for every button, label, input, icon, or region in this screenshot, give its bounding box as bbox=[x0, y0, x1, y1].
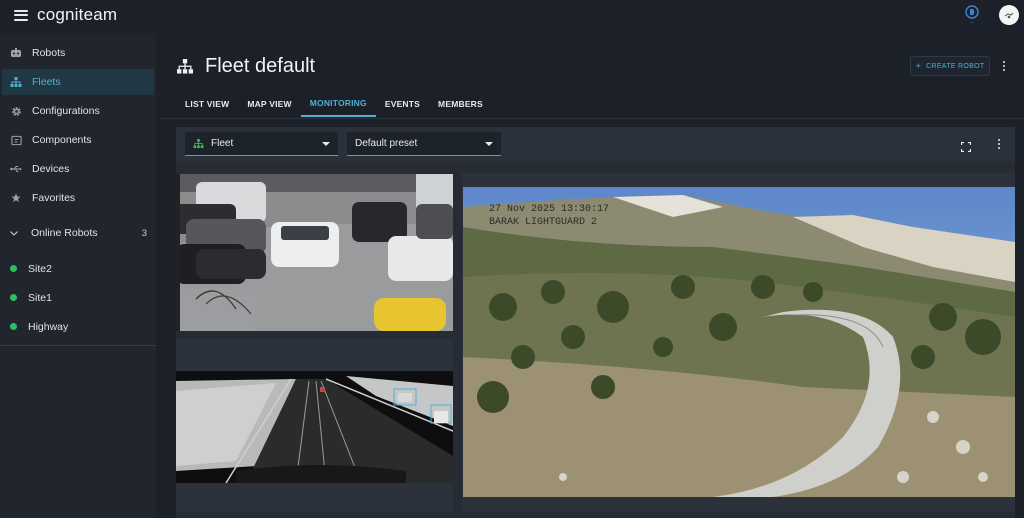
sidebar-item-favorites[interactable]: Favorites bbox=[0, 185, 156, 211]
chevron-down-icon bbox=[10, 230, 22, 236]
fullscreen-icon[interactable] bbox=[960, 139, 972, 153]
tab-monitoring[interactable]: MONITORING bbox=[300, 91, 376, 117]
usb-icon bbox=[10, 163, 22, 175]
robot-item-site1[interactable]: Site1 bbox=[0, 283, 156, 312]
robot-item-site2[interactable]: Site2 bbox=[0, 254, 156, 283]
overlay-date: 27 Nov 2025 bbox=[489, 204, 555, 215]
sidebar-item-components[interactable]: Components bbox=[0, 127, 156, 153]
sidebar-divider bbox=[0, 345, 156, 346]
sidebar-item-label: Robots bbox=[32, 47, 66, 59]
menu-icon[interactable] bbox=[14, 9, 28, 21]
fleet-icon bbox=[193, 138, 204, 149]
robot-item-highway[interactable]: Highway bbox=[0, 312, 156, 341]
camera-feed-lidar[interactable] bbox=[176, 371, 453, 483]
main-content: Fleet default + CREATE ROBOT LIST VIEW M… bbox=[160, 33, 1024, 518]
monitoring-toolbar: Fleet Default preset bbox=[176, 127, 1015, 161]
sidebar-item-label: Devices bbox=[32, 163, 70, 175]
fleet-select-value: Fleet bbox=[211, 138, 234, 149]
tab-members[interactable]: MEMBERS bbox=[429, 91, 492, 117]
sidebar-item-robots[interactable]: Robots bbox=[0, 40, 156, 66]
camera-feed-parking[interactable] bbox=[176, 174, 453, 331]
dropdown-arrow-icon bbox=[322, 142, 330, 146]
fleet-select[interactable]: Fleet bbox=[185, 132, 338, 156]
sidebar-item-label: Favorites bbox=[32, 192, 76, 204]
create-robot-label: CREATE ROBOT bbox=[926, 62, 985, 70]
sidebar: Robots Fleets Configurations Components … bbox=[0, 33, 156, 518]
top-bar: cogniteam ••• bbox=[0, 0, 1024, 30]
user-avatar[interactable] bbox=[999, 5, 1019, 25]
monitoring-panel: Fleet Default preset 27 Nov 2025 13:30:1… bbox=[176, 127, 1015, 518]
overlay-time: 13:30:17 bbox=[561, 204, 609, 215]
overlay-camera: BARAK LIGHTGUARD 2 bbox=[489, 217, 597, 228]
gear-icon bbox=[10, 105, 22, 117]
panel-more-icon[interactable] bbox=[994, 137, 1004, 151]
robot-item-label: Site1 bbox=[28, 291, 52, 304]
create-robot-button[interactable]: + CREATE ROBOT bbox=[910, 56, 990, 76]
page-title: Fleet default bbox=[205, 55, 316, 77]
sidebar-item-fleets[interactable]: Fleets bbox=[2, 69, 154, 95]
tab-divider bbox=[160, 118, 1024, 119]
sidebar-item-label: Fleets bbox=[32, 76, 61, 88]
online-status-dot bbox=[10, 294, 17, 301]
sidebar-item-devices[interactable]: Devices bbox=[0, 156, 156, 182]
sidebar-item-label: Components bbox=[32, 134, 92, 146]
robot-item-label: Site2 bbox=[28, 262, 52, 275]
sidebar-item-configurations[interactable]: Configurations bbox=[0, 98, 156, 124]
online-robots-label: Online Robots bbox=[31, 227, 98, 239]
partner-logo-icon: ••• bbox=[963, 5, 981, 25]
sidebar-item-label: Configurations bbox=[32, 105, 100, 117]
online-status-dot bbox=[10, 323, 17, 330]
online-status-dot bbox=[10, 265, 17, 272]
online-robots-header[interactable]: Online Robots 3 bbox=[0, 220, 156, 246]
star-icon bbox=[10, 192, 22, 204]
robot-item-label: Highway bbox=[28, 320, 69, 333]
fleet-icon bbox=[176, 58, 194, 75]
tab-map-view[interactable]: MAP VIEW bbox=[238, 91, 300, 117]
robot-icon bbox=[10, 47, 22, 59]
header-more-icon[interactable] bbox=[999, 59, 1009, 73]
tab-events[interactable]: EVENTS bbox=[376, 91, 429, 117]
tab-list-view[interactable]: LIST VIEW bbox=[176, 91, 238, 117]
component-icon bbox=[10, 134, 22, 146]
online-robots-count: 3 bbox=[141, 227, 147, 239]
camera-feed-hillside[interactable]: 27 Nov 2025 13:30:17 BARAK LIGHTGUARD 2 bbox=[463, 187, 1015, 497]
preset-select[interactable]: Default preset bbox=[347, 132, 501, 156]
fleet-icon bbox=[10, 76, 22, 88]
plus-icon: + bbox=[915, 61, 922, 71]
preset-select-value: Default preset bbox=[355, 138, 418, 149]
tab-bar: LIST VIEW MAP VIEW MONITORING EVENTS MEM… bbox=[176, 91, 492, 117]
app-logo[interactable]: cogniteam bbox=[37, 5, 117, 25]
dropdown-arrow-icon bbox=[485, 142, 493, 146]
